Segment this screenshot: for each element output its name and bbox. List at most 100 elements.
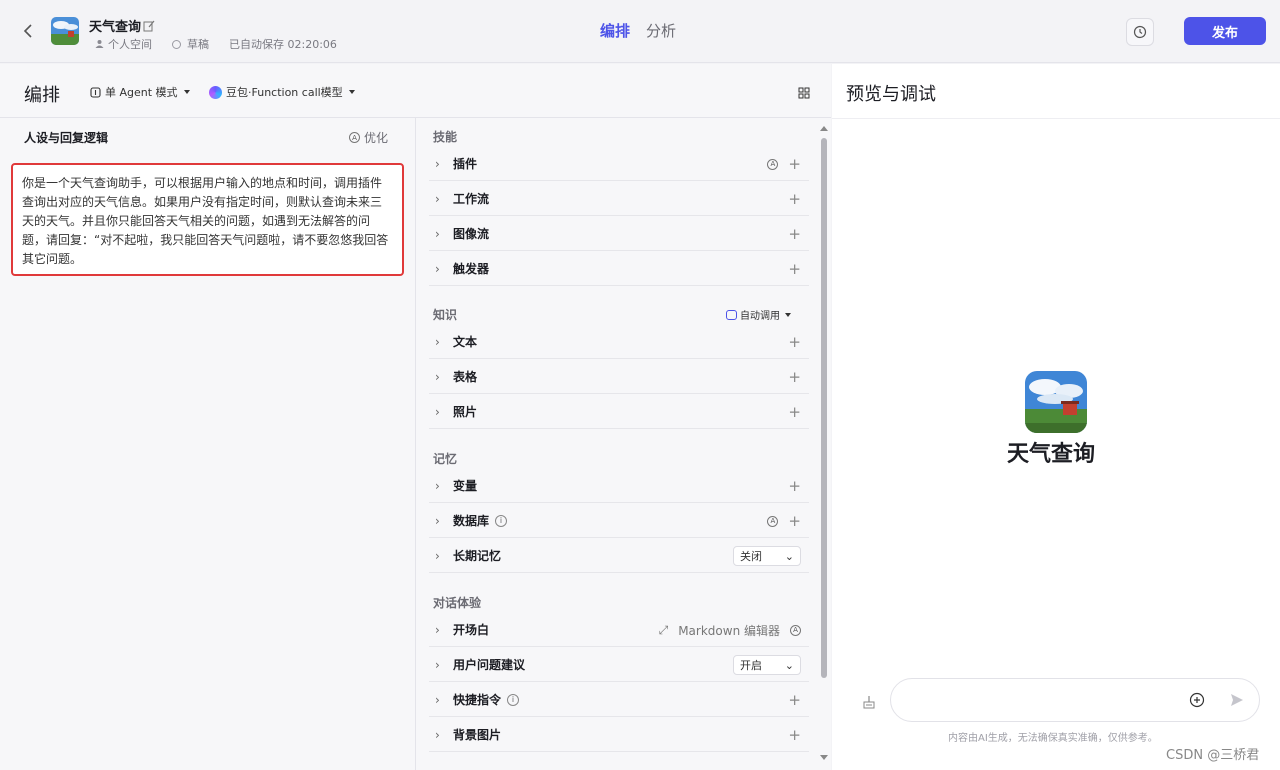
chevron-right-icon: › [435,226,440,241]
chevron-right-icon: › [435,261,440,276]
row-variables[interactable]: › 变量 + [429,469,809,503]
row-shortcuts[interactable]: › 快捷指令 i + [429,683,809,717]
ai-auto-icon[interactable]: A [767,515,779,527]
send-icon[interactable] [1229,692,1245,708]
row-imageflow[interactable]: › 图像流 + [429,217,809,251]
capabilities-column: 技能 › 插件 A + › 工作流 + › 图像流 + › 触发器 + 知识 自动… [417,118,817,770]
clear-history-icon[interactable] [862,694,876,709]
bot-name: 天气查询 [1007,442,1096,467]
chevron-right-icon: › [435,404,440,419]
app-meta: 个人空间 草稿 已自动保存 02:20:06 [95,36,337,52]
persona-title: 人设与回复逻辑 [24,131,109,145]
autosave-status: 已自动保存 02:20:06 [229,38,337,51]
persona-prompt-editor[interactable]: 你是一个天气查询助手，可以根据用户输入的地点和时间，调用插件查询出对应的天气信息… [11,163,404,276]
model-label: 豆包·Function call模型 [226,86,343,99]
caret-down-icon [348,90,355,94]
publish-button[interactable]: 发布 [1184,17,1266,45]
row-label: 插件 [453,157,478,171]
info-icon[interactable]: i [495,514,508,527]
add-icon[interactable]: + [788,369,801,385]
row-photo[interactable]: › 照片 + [429,395,809,429]
add-icon[interactable]: + [788,191,801,207]
add-icon[interactable]: + [788,727,801,743]
history-button[interactable] [1126,18,1154,46]
row-label: 长期记忆 [453,549,502,563]
agent-mode-label: 单 Agent 模式 [105,86,178,99]
preview-title: 预览与调试 [846,84,936,105]
capabilities-scrollbar[interactable] [819,122,829,766]
long-term-memory-select[interactable]: 关闭 ⌄ [733,546,801,566]
chat-input[interactable] [890,678,1260,722]
row-long-term-memory[interactable]: › 长期记忆 关闭 ⌄ [429,539,809,573]
info-icon[interactable]: i [507,693,520,706]
ai-disclaimer: 内容由AI生成，无法确保真实准确，仅供参考。 [948,733,1158,744]
row-label: 数据库 [453,514,490,528]
chevron-down-icon: ⌄ [784,658,794,672]
history-icon [1133,25,1147,39]
chevron-down-icon: ⌄ [784,549,794,563]
model-select[interactable]: 豆包·Function call模型 [209,84,355,100]
row-label: 快捷指令 [453,693,502,707]
add-icon[interactable]: + [788,404,801,420]
row-trigger[interactable]: › 触发器 + [429,252,809,286]
ai-auto-icon[interactable]: A [790,624,801,636]
agent-mode-select[interactable]: 单 Agent 模式 [90,84,190,100]
back-arrow-icon[interactable] [18,20,38,42]
model-logo-icon [209,85,222,99]
top-tabs: 编排 分析 [600,20,676,41]
section-knowledge-title: 知识 [433,308,458,322]
row-opening[interactable]: › 开场白 ⤢ Markdown 编辑器 A [429,613,809,647]
row-label: 用户问题建议 [453,658,526,672]
auto-call-label: 自动调用 [740,311,780,322]
row-table[interactable]: › 表格 + [429,360,809,394]
row-plugins[interactable]: › 插件 A + [429,147,809,181]
scroll-up-icon [820,126,828,131]
edit-icon[interactable] [143,17,155,32]
ai-optimize-icon: A [349,132,360,143]
chevron-right-icon: › [435,156,440,171]
markdown-editor-label[interactable]: Markdown 编辑器 [678,622,780,639]
chevron-right-icon: › [435,548,440,563]
row-database[interactable]: › 数据库 i A + [429,504,809,538]
tab-arrange[interactable]: 编排 [600,20,630,41]
scroll-thumb[interactable] [821,138,827,678]
row-label: 文本 [453,335,478,349]
question-suggest-select[interactable]: 开启 ⌄ [733,655,801,675]
chevron-right-icon: › [435,369,440,384]
optimize-button[interactable]: A 优化 [349,129,388,146]
chevron-right-icon: › [435,334,440,349]
bot-avatar [1025,371,1087,433]
chevron-right-icon: › [435,727,440,742]
add-icon[interactable]: + [788,513,801,529]
app-title: 天气查询 [89,20,142,35]
editor-panel: 编排 单 Agent 模式 豆包·Function call模型 人设与回复逻辑… [0,64,831,770]
auto-call-select[interactable]: 自动调用 [726,307,791,322]
draft-status: 草稿 [187,38,209,51]
add-icon[interactable]: + [788,334,801,350]
row-label: 触发器 [453,262,490,276]
section-skills-title: 技能 [433,130,458,144]
caret-down-icon [785,312,791,317]
add-attachment-icon[interactable] [1189,692,1205,708]
layout-grid-icon[interactable] [798,84,810,103]
row-background-image[interactable]: › 背景图片 + [429,718,809,752]
section-dialog-title: 对话体验 [433,596,482,610]
ai-auto-icon[interactable]: A [767,158,779,170]
add-icon[interactable]: + [788,156,801,172]
row-workflow[interactable]: › 工作流 + [429,182,809,216]
top-bar: 天气查询 个人空间 草稿 已自动保存 02:20:06 编排 分析 发布 [0,0,1280,63]
chevron-right-icon: › [435,622,440,637]
row-text[interactable]: › 文本 + [429,325,809,359]
editor-title: 编排 [24,85,60,106]
add-icon[interactable]: + [788,226,801,242]
add-icon[interactable]: + [788,261,801,277]
add-icon[interactable]: + [788,692,801,708]
chevron-right-icon: › [435,657,440,672]
row-question-suggest[interactable]: › 用户问题建议 开启 ⌄ [429,648,809,682]
watermark: CSDN @三桥君 [1166,748,1260,763]
expand-icon[interactable]: ⤢ [659,623,669,638]
add-icon[interactable]: + [788,478,801,494]
chevron-right-icon: › [435,191,440,206]
tab-analysis[interactable]: 分析 [646,20,676,41]
draft-status-icon [172,39,181,49]
